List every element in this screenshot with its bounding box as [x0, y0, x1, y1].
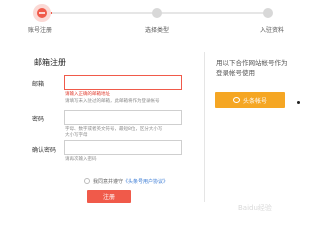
step-3-label: 入驻资料 — [260, 27, 285, 34]
form-title: 邮箱注册 — [34, 58, 66, 67]
agree-prefix: 我同意并遵守 — [93, 179, 124, 185]
email-error-text: 请输入正确的邮箱地址 — [65, 92, 110, 97]
toutiao-button-label: 头条帐号 — [242, 97, 267, 105]
sidebar-text-line2: 登录帐号使用 — [216, 69, 255, 77]
step-1-indicator — [33, 4, 51, 22]
confirm-password-label: 确认密码 — [32, 147, 57, 154]
user-agreement-link[interactable]: 《头条号用户协议》 — [123, 179, 168, 185]
step-3-indicator — [263, 8, 273, 18]
confirm-password-hint-text: 请再次输入密码 — [65, 157, 97, 162]
register-button[interactable]: 注册 — [87, 190, 131, 203]
watermark-text: Baidu经验 — [238, 204, 272, 212]
confirm-password-field[interactable] — [64, 140, 182, 155]
step-1-core-icon — [37, 8, 47, 18]
email-hint-text: 请填写未入驻过的邮箱，此邮箱将作为登录帐号 — [65, 99, 160, 104]
email-field[interactable] — [64, 75, 182, 90]
toutiao-icon — [232, 97, 240, 103]
step-2-label: 选择类型 — [145, 27, 170, 34]
email-label: 邮箱 — [32, 81, 45, 88]
step-1-dots-icon — [39, 12, 45, 14]
sidebar-dot — [297, 101, 300, 104]
vertical-divider — [204, 52, 205, 202]
step-2-indicator — [152, 8, 162, 18]
password-label: 密码 — [32, 116, 45, 123]
password-field[interactable] — [64, 110, 182, 125]
agree-text: 我同意并遵守《头条号用户协议》 — [93, 178, 168, 185]
step-1-label: 账号注册 — [28, 27, 53, 34]
toutiao-login-button[interactable]: 头条帐号 — [215, 92, 285, 108]
agree-checkbox[interactable] — [84, 178, 90, 184]
password-hint-text-2: 大小写字母 — [65, 133, 88, 138]
sidebar-text-line1: 用以下合作网站帐号作为 — [216, 59, 288, 67]
